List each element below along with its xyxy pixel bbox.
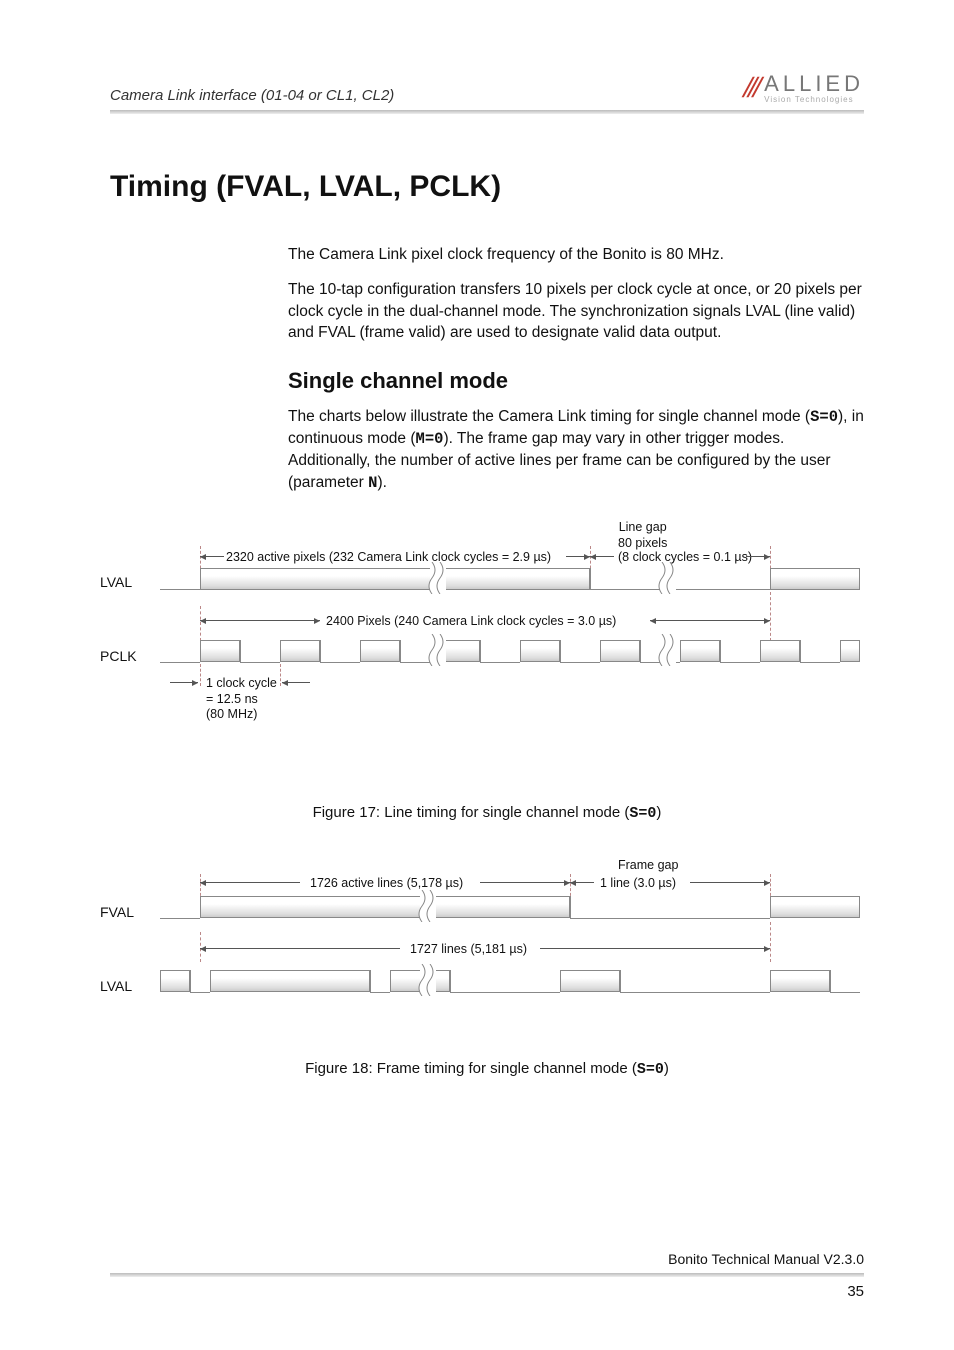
- total-lines-label: 1727 lines (5,181 µs): [410, 942, 527, 958]
- subsection-title: Single channel mode: [288, 368, 864, 394]
- intro-paragraph-2: The 10-tap configuration transfers 10 pi…: [288, 279, 864, 343]
- lval-signal-label-2: LVAL: [100, 978, 132, 994]
- active-lines-label: 1726 active lines (5,178 µs): [310, 876, 463, 892]
- page-title: Timing (FVAL, LVAL, PCLK): [110, 170, 864, 204]
- logo-strokes-icon: ///: [740, 72, 763, 104]
- figure-18-frame-timing: Frame gap 1726 active lines (5,178 µs) 1…: [110, 878, 864, 1048]
- total-pixels-label: 2400 Pixels (240 Camera Link clock cycle…: [326, 614, 616, 630]
- lval-signal-label: LVAL: [100, 574, 132, 590]
- footer-rule: [110, 1273, 864, 1277]
- header-rule: [110, 110, 864, 114]
- footer-manual-version: Bonito Technical Manual V2.3.0: [110, 1251, 864, 1267]
- logo-sub-text: Vision Technologies: [764, 96, 864, 104]
- line-gap-cycles-label: (8 clock cycles = 0.1 µs): [618, 550, 752, 566]
- line-gap-label: Line gap 80 pixels: [618, 520, 667, 551]
- fval-signal-label: FVAL: [100, 904, 134, 920]
- active-pixels-label: 2320 active pixels (232 Camera Link cloc…: [226, 550, 551, 566]
- header-section-title: Camera Link interface (01-04 or CL1, CL2…: [110, 87, 394, 104]
- figure-17-caption: Figure 17: Line timing for single channe…: [110, 804, 864, 822]
- logo-main-text: ALLIED: [764, 73, 864, 95]
- brand-logo: /// ALLIED Vision Technologies: [744, 72, 864, 104]
- intro-paragraph-1: The Camera Link pixel clock frequency of…: [288, 244, 864, 265]
- footer-page-number: 35: [110, 1283, 864, 1300]
- figure-17-line-timing: Line gap 80 pixels 2320 active pixels (2…: [110, 552, 864, 792]
- frame-gap-duration-label: 1 line (3.0 µs): [600, 876, 676, 892]
- figure-18-caption: Figure 18: Frame timing for single chann…: [110, 1060, 864, 1078]
- frame-gap-label: Frame gap: [618, 858, 678, 874]
- clock-cycle-label: 1 clock cycle = 12.5 ns (80 MHz): [206, 676, 277, 723]
- pclk-signal-label: PCLK: [100, 648, 137, 664]
- subsection-paragraph: The charts below illustrate the Camera L…: [288, 406, 864, 495]
